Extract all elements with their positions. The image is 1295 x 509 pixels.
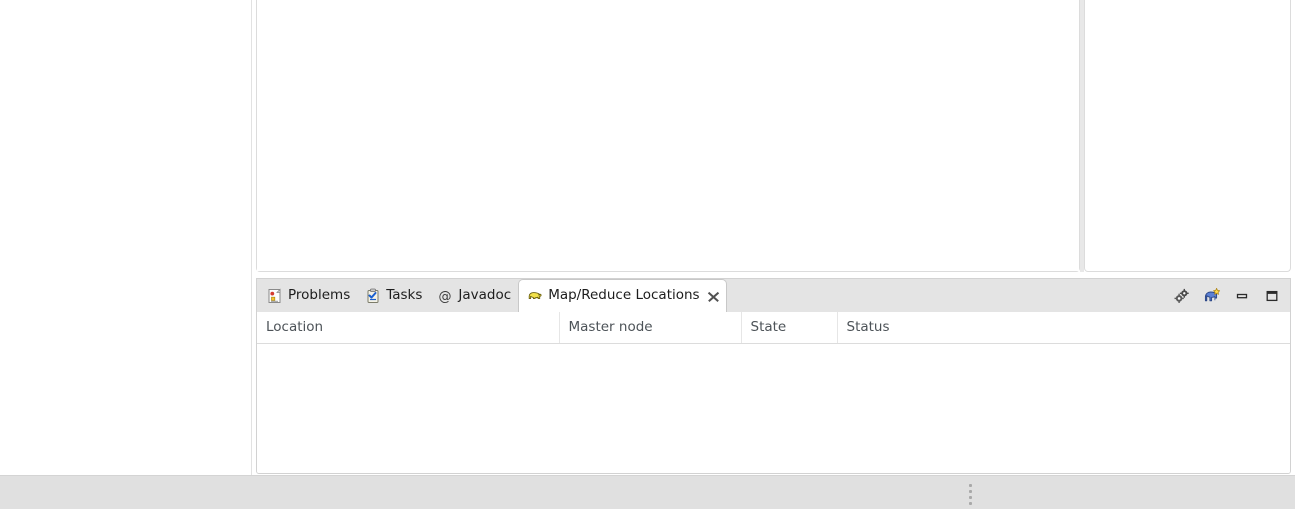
view-tab-list: Problems Tasks @ Javadoc Map/Reduce Loca… [257, 278, 727, 313]
table-empty-area[interactable] [257, 343, 1290, 473]
tab-mapreduce-locations-label: Map/Reduce Locations [548, 287, 700, 304]
column-header-location[interactable]: Location [257, 312, 560, 344]
status-bar [0, 475, 1295, 509]
tab-mapreduce-locations[interactable]: Map/Reduce Locations [518, 279, 727, 313]
tab-tasks-label: Tasks [386, 286, 423, 303]
grip-dot [969, 484, 972, 487]
minimize-icon[interactable] [1232, 286, 1252, 306]
new-hadoop-location-icon[interactable] [1202, 286, 1222, 306]
column-header-status[interactable]: Status [837, 312, 1290, 344]
sidebar-view-area[interactable] [0, 0, 252, 475]
bottom-view-stack: Problems Tasks @ Javadoc Map/Reduce Loca… [256, 278, 1291, 474]
tab-problems-label: Problems [288, 286, 351, 303]
tab-javadoc[interactable]: @ Javadoc [429, 279, 518, 312]
table-header-row: Location Master node State Status [257, 312, 1290, 344]
view-tab-bar: Problems Tasks @ Javadoc Map/Reduce Loca… [256, 278, 1291, 313]
column-header-state[interactable]: State [741, 312, 838, 344]
problems-icon [267, 288, 283, 304]
hadoop-elephant-icon [527, 288, 543, 304]
mapreduce-locations-table[interactable]: Location Master node State Status [257, 312, 1290, 344]
grip-dot [969, 502, 972, 505]
outline-view-area[interactable] [1084, 0, 1291, 272]
close-icon[interactable] [707, 290, 720, 303]
eclipse-workbench: Problems Tasks @ Javadoc Map/Reduce Loca… [0, 0, 1295, 509]
tab-problems[interactable]: Problems [259, 279, 357, 312]
tab-tasks[interactable]: Tasks [357, 279, 429, 312]
tasks-icon [365, 288, 381, 304]
column-header-master-node[interactable]: Master node [559, 312, 742, 344]
javadoc-icon: @ [437, 288, 453, 304]
maximize-icon[interactable] [1262, 286, 1282, 306]
editor-canvas[interactable] [257, 0, 1079, 271]
tab-javadoc-label: Javadoc [458, 286, 512, 303]
resize-grip-icon[interactable] [968, 484, 974, 505]
grip-dot [969, 490, 972, 493]
table-header: Location Master node State Status [257, 312, 1290, 344]
gears-icon[interactable] [1172, 286, 1192, 306]
editor-area[interactable] [256, 0, 1080, 272]
grip-dot [969, 496, 972, 499]
outline-canvas [1085, 0, 1290, 271]
svg-text:@: @ [439, 289, 452, 304]
mapreduce-locations-view[interactable]: Location Master node State Status [256, 312, 1291, 474]
view-toolbar [1172, 279, 1286, 313]
